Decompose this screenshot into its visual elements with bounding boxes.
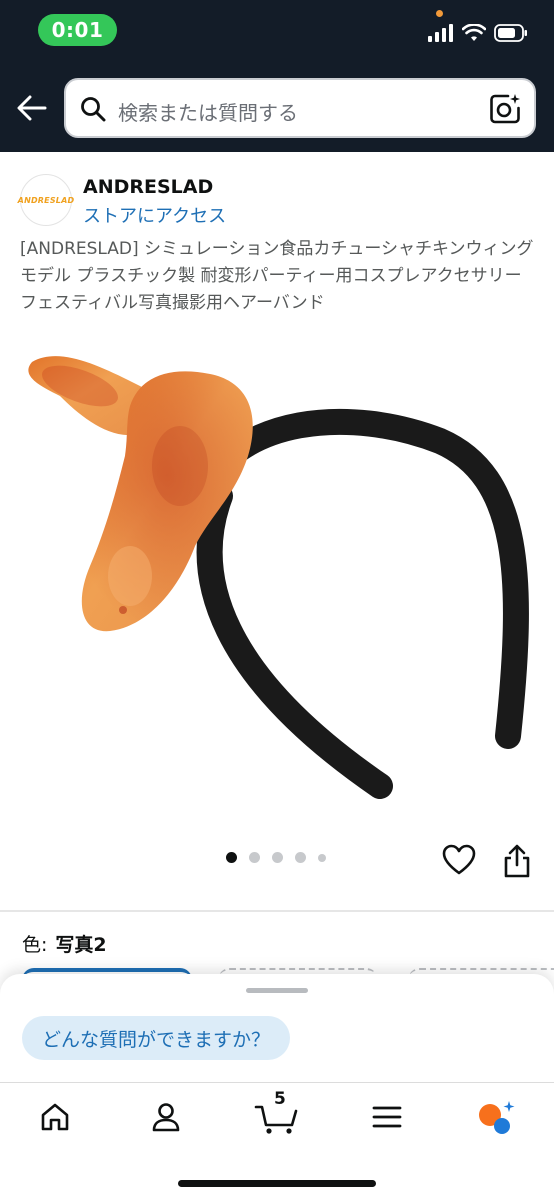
home-icon xyxy=(41,1103,69,1131)
product-title: [ANDRESLAD] シミュレーション食品カチューシャチキンウィングモデル プ… xyxy=(20,239,534,313)
sheet-grabber[interactable] xyxy=(246,988,308,993)
home-indicator[interactable] xyxy=(178,1180,376,1187)
search-icon xyxy=(81,97,106,122)
privacy-indicator-dot xyxy=(436,10,443,17)
store-name[interactable]: ANDRESLAD xyxy=(83,176,213,198)
cart-count: 5 xyxy=(274,1089,286,1109)
carousel-dot[interactable] xyxy=(272,852,283,863)
menu-icon xyxy=(372,1106,402,1128)
nav-rufus[interactable] xyxy=(476,1099,516,1135)
battery-icon xyxy=(494,24,527,42)
camera-search-icon[interactable] xyxy=(488,92,522,126)
heart-icon[interactable] xyxy=(442,843,476,877)
status-time: 0:01 xyxy=(38,14,117,46)
variation-row: 色: 写真2 xyxy=(22,930,107,957)
carousel-dot[interactable] xyxy=(226,852,237,863)
variation-value: 写真2 xyxy=(55,934,107,956)
bottom-nav: 5 xyxy=(0,1082,554,1150)
carousel-dot[interactable] xyxy=(318,853,326,862)
rufus-assistant-icon xyxy=(479,1101,515,1134)
top-bar: 0:01 検索または質問する xyxy=(0,0,554,152)
image-carousel-dots[interactable] xyxy=(226,852,326,863)
nav-menu[interactable] xyxy=(367,1099,407,1135)
search-placeholder: 検索または質問する xyxy=(118,101,298,125)
wifi-icon xyxy=(462,24,486,41)
share-icon[interactable] xyxy=(502,843,532,879)
nav-cart[interactable]: 5 xyxy=(252,1089,302,1135)
signal-icon xyxy=(428,24,453,42)
variation-label: 色: xyxy=(22,934,48,956)
user-icon xyxy=(152,1103,180,1132)
product-image[interactable] xyxy=(20,346,534,826)
status-icons xyxy=(428,22,528,44)
carousel-dot[interactable] xyxy=(295,852,306,863)
ask-question-chip[interactable]: どんな質問ができますか？ xyxy=(22,1016,291,1060)
section-divider xyxy=(0,910,554,912)
arrow-left-icon xyxy=(17,95,47,121)
nav-account[interactable] xyxy=(146,1099,186,1135)
visit-store-link[interactable]: ストアにアクセス xyxy=(83,202,226,228)
nav-home[interactable] xyxy=(35,1099,75,1135)
store-logo[interactable]: ANDRESLAD xyxy=(17,174,75,226)
store-logo-text: ANDRESLAD xyxy=(17,195,75,205)
carousel-dot[interactable] xyxy=(249,852,260,863)
search-bar[interactable]: 検索または質問する xyxy=(64,78,536,138)
back-button[interactable] xyxy=(14,88,50,128)
assistant-bottom-sheet: どんな質問ができますか？ 5 xyxy=(0,974,554,1200)
